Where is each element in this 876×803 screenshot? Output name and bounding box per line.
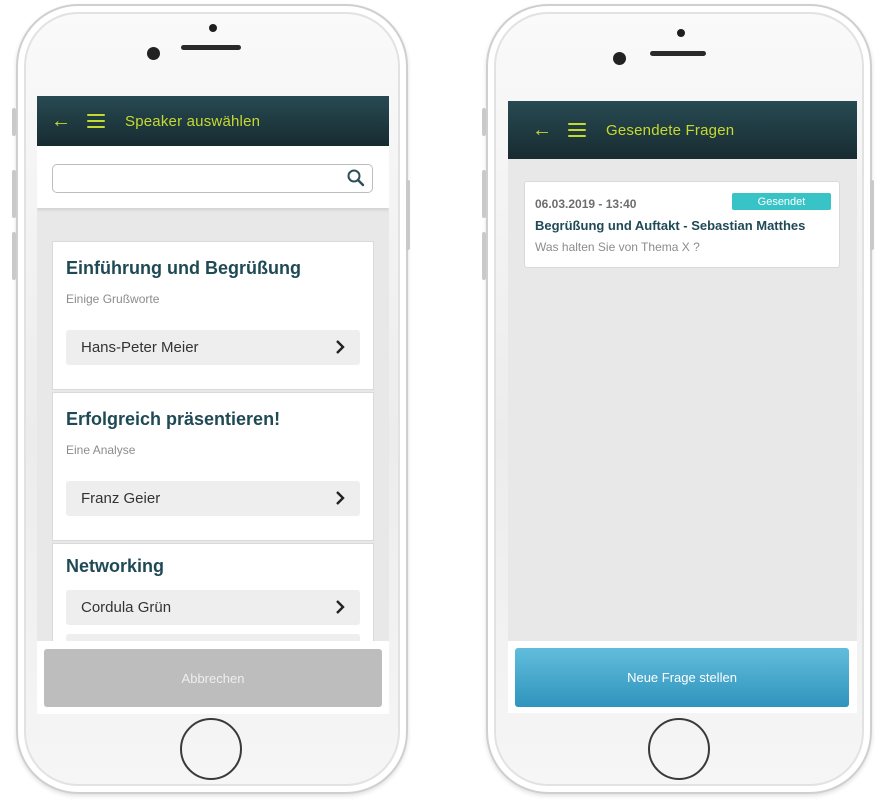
volume-up-button <box>12 170 16 218</box>
app-header: ← Gesendete Fragen <box>508 101 857 159</box>
volume-down-button <box>482 232 486 280</box>
speaker-name: Franz Geier <box>81 490 161 507</box>
session-subtitle: Einige Grußworte <box>66 292 160 306</box>
power-button <box>870 180 874 250</box>
mute-switch <box>482 108 486 136</box>
chevron-right-icon <box>336 491 345 505</box>
app-header: ← Speaker auswählen <box>37 96 389 146</box>
question-datetime: 06.03.2019 - 13:40 <box>535 197 637 211</box>
power-button <box>406 180 410 250</box>
volume-down-button <box>12 232 16 280</box>
page-title: Gesendete Fragen <box>606 121 735 139</box>
speaker-item[interactable]: Franz Geier <box>66 481 360 516</box>
session-title: Erfolgreich präsentieren! <box>66 409 281 429</box>
speaker-item[interactable]: Cordula Grün <box>66 590 360 625</box>
search-icon[interactable] <box>346 168 366 188</box>
chevron-right-icon <box>336 340 345 354</box>
session-title: Einführung und Begrüßung <box>66 258 301 278</box>
arrow-left-icon[interactable]: ← <box>51 111 77 131</box>
sent-questions-screen: ← Gesendete Fragen 06.03.2019 - 13:40 Ge… <box>508 101 857 713</box>
footer-bar: Abbrechen <box>37 641 389 714</box>
hamburger-menu-icon[interactable] <box>568 123 586 137</box>
home-button[interactable] <box>648 718 710 780</box>
earpiece-speaker <box>650 51 706 56</box>
mute-switch <box>12 108 16 136</box>
volume-up-button <box>482 170 486 218</box>
front-camera <box>613 52 626 65</box>
question-text: Was halten Sie von Thema X ? <box>535 240 700 254</box>
proximity-sensor <box>677 29 685 37</box>
new-question-button[interactable]: Neue Frage stellen <box>515 648 849 707</box>
session-title: Networking <box>66 556 165 576</box>
chevron-right-icon <box>336 600 345 614</box>
search-bar <box>37 146 389 208</box>
proximity-sensor <box>209 24 217 32</box>
search-input[interactable] <box>52 164 373 193</box>
session-card: Einführung und Begrüßung Einige Grußwort… <box>52 241 374 390</box>
speaker-selection-screen: ← Speaker auswählen Einführung und Begrü… <box>37 96 389 714</box>
speaker-item[interactable]: Hans-Peter Meier <box>66 330 360 365</box>
question-card[interactable]: 06.03.2019 - 13:40 Gesendet Begrüßung un… <box>524 181 840 268</box>
status-badge: Gesendet <box>732 193 831 210</box>
home-button[interactable] <box>180 718 242 780</box>
front-camera <box>147 47 160 60</box>
page-title: Speaker auswählen <box>125 112 261 130</box>
earpiece-speaker <box>181 45 241 50</box>
cancel-button[interactable]: Abbrechen <box>44 649 382 707</box>
session-card: Erfolgreich präsentieren! Eine Analyse F… <box>52 392 374 541</box>
arrow-left-icon[interactable]: ← <box>532 120 558 140</box>
footer-bar: Neue Frage stellen <box>508 641 857 713</box>
speaker-name: Hans-Peter Meier <box>81 339 199 356</box>
hamburger-menu-icon[interactable] <box>87 114 105 128</box>
question-session: Begrüßung und Auftakt - Sebastian Matthe… <box>535 218 806 233</box>
speaker-name: Cordula Grün <box>81 599 172 616</box>
session-subtitle: Eine Analyse <box>66 443 136 457</box>
